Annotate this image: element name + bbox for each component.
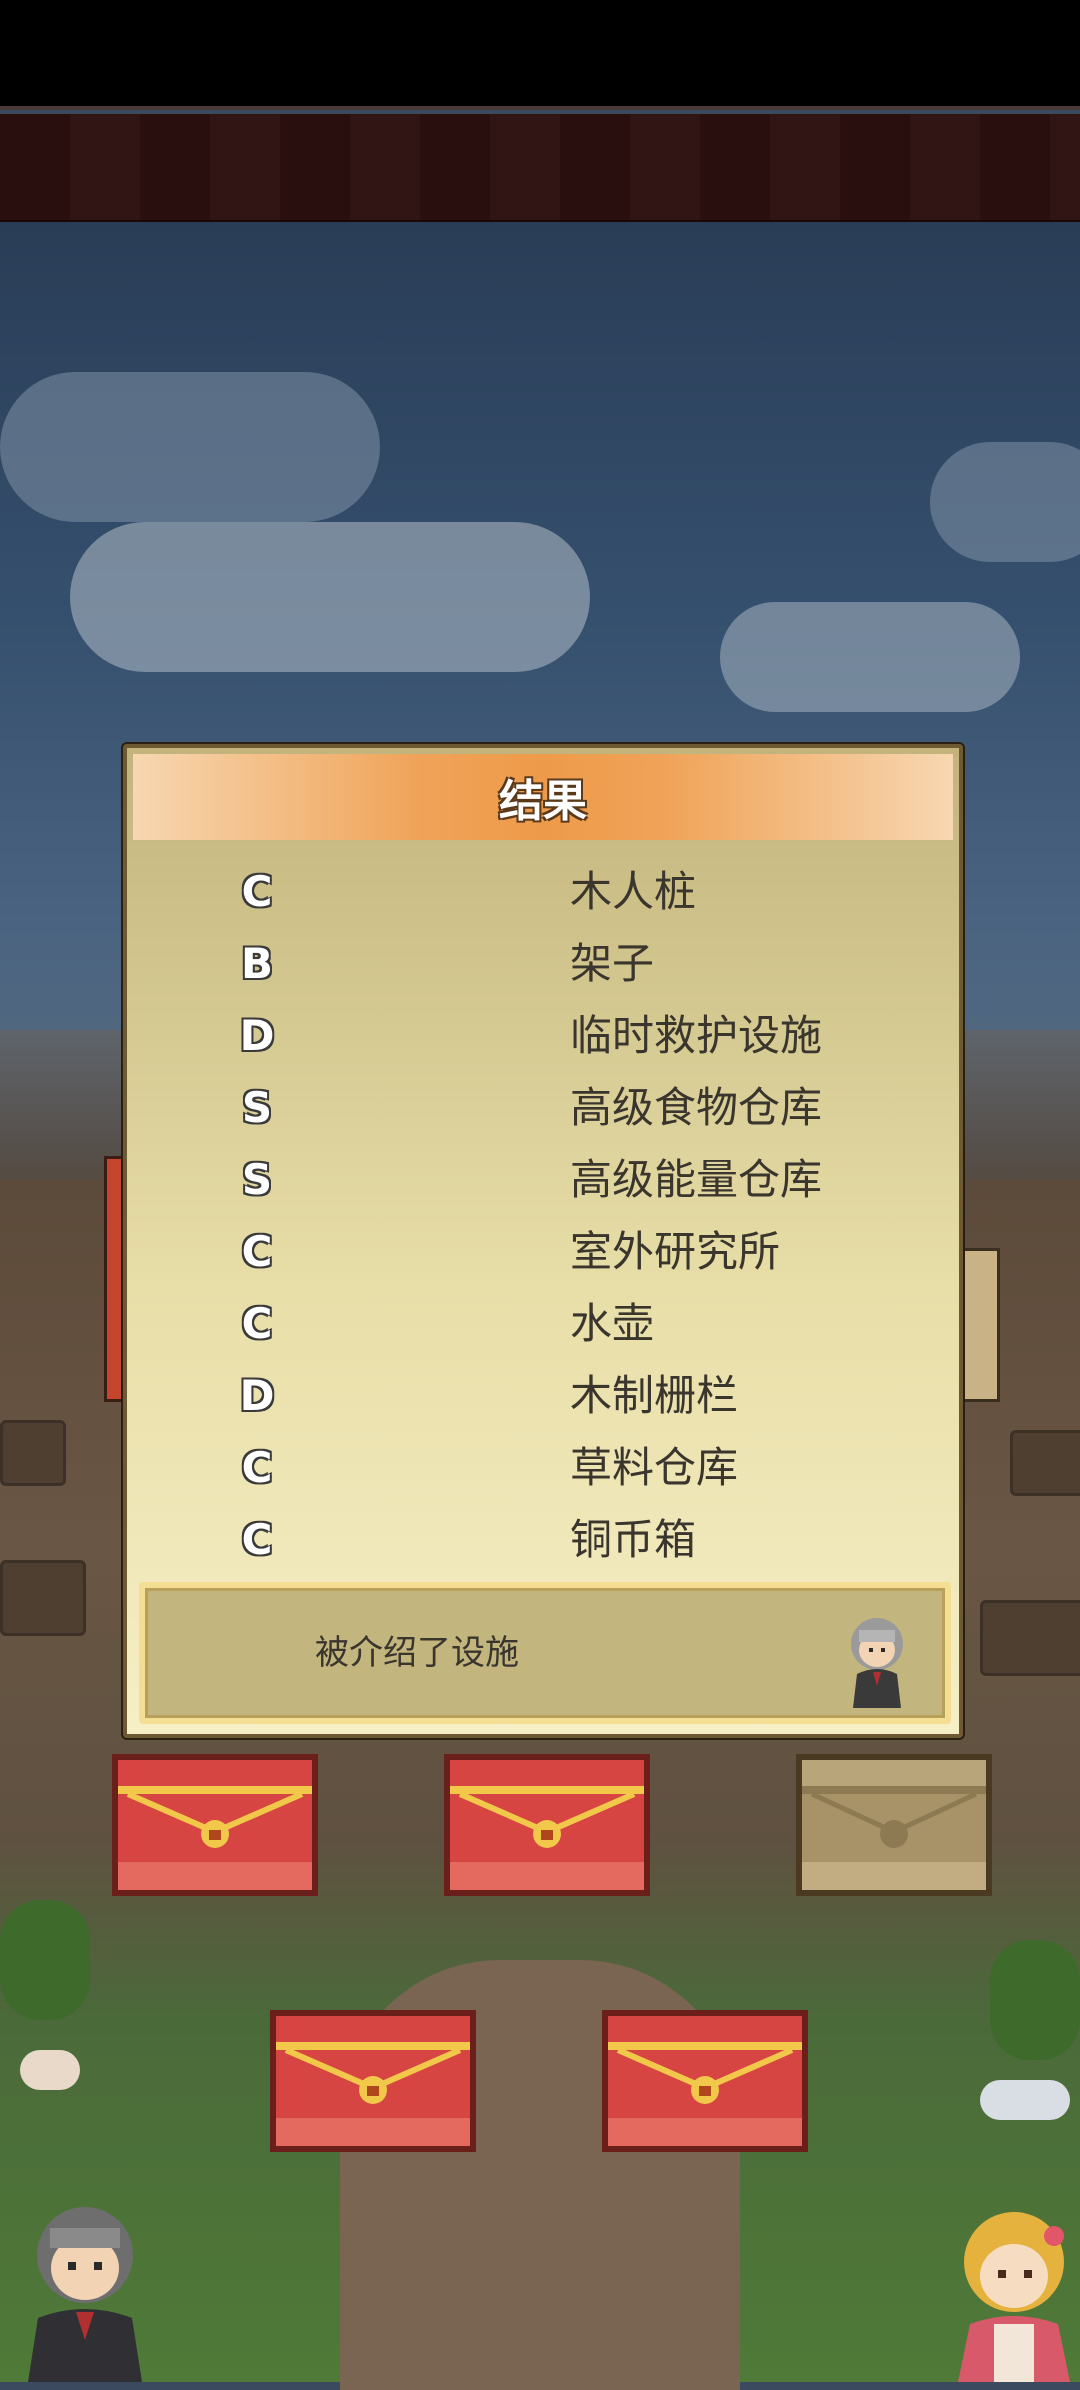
result-row: C 水壶 [127,1288,959,1360]
flower-patch [980,2080,1070,2120]
result-row: D 临时救护设施 [127,1000,959,1072]
grade-label: C [241,1299,273,1348]
top-banner-strip [0,114,1080,222]
result-row: C 铜币箱 [127,1504,959,1576]
result-row: S 高级食物仓库 [127,1072,959,1144]
grade-label: D [239,1371,275,1420]
facility-name: 临时救护设施 [570,1011,823,1060]
facility-name: 室外研究所 [570,1227,781,1276]
treasure-chest-icon[interactable] [268,2008,478,2154]
dialog-title: 结果 [499,776,587,827]
field-plot [0,1420,66,1486]
grade-label: C [241,1227,273,1276]
bush [0,1900,90,2020]
facility-name: 木人桩 [570,867,697,916]
result-row: C 木人桩 [127,856,959,928]
opened-chest-icon[interactable] [794,1752,994,1898]
result-row: C 草料仓库 [127,1432,959,1504]
result-list: C 木人桩 B 架子 D 临时救护设施 S 高级食物仓库 S 高级能量仓库 C … [127,856,959,1576]
facility-name: 高级食物仓库 [570,1083,823,1132]
advisor-avatar-icon [843,1616,911,1708]
facility-name: 水壶 [570,1299,655,1348]
treasure-chest-icon[interactable] [110,1752,320,1898]
bush [990,1940,1080,2060]
facility-name: 架子 [570,939,655,988]
grade-label: C [241,1443,273,1492]
dialog-message: 被介绍了设施 [315,1633,519,1673]
field-plot [980,1600,1080,1676]
grade-label: B [240,939,273,988]
facility-name: 铜币箱 [570,1515,697,1564]
flower-patch [20,2050,80,2090]
character-sprite-right[interactable] [948,2206,1080,2382]
dialog-header: 结果 [133,754,953,840]
grade-label: S [241,1083,273,1132]
grade-label: S [241,1155,273,1204]
dialog-message-box[interactable]: 被介绍了设施 [139,1582,951,1724]
grade-label: C [241,1515,273,1564]
facility-name: 草料仓库 [570,1443,739,1492]
result-row: D 木制栅栏 [127,1360,959,1432]
grade-label: D [239,1011,275,1060]
grade-label: C [241,867,273,916]
result-row: S 高级能量仓库 [127,1144,959,1216]
treasure-chest-icon[interactable] [600,2008,810,2154]
character-sprite-left[interactable] [20,2200,150,2382]
treasure-chest-icon[interactable] [442,1752,652,1898]
result-row: C 室外研究所 [127,1216,959,1288]
facility-name: 木制栅栏 [570,1371,739,1420]
result-row: B 架子 [127,928,959,1000]
field-plot [0,1560,86,1636]
result-dialog: 结果 C 木人桩 B 架子 D 临时救护设施 S 高级食物仓库 S 高级能量仓库… [123,744,963,1738]
facility-name: 高级能量仓库 [570,1155,823,1204]
status-bar [0,0,1080,110]
field-plot [1010,1430,1080,1496]
